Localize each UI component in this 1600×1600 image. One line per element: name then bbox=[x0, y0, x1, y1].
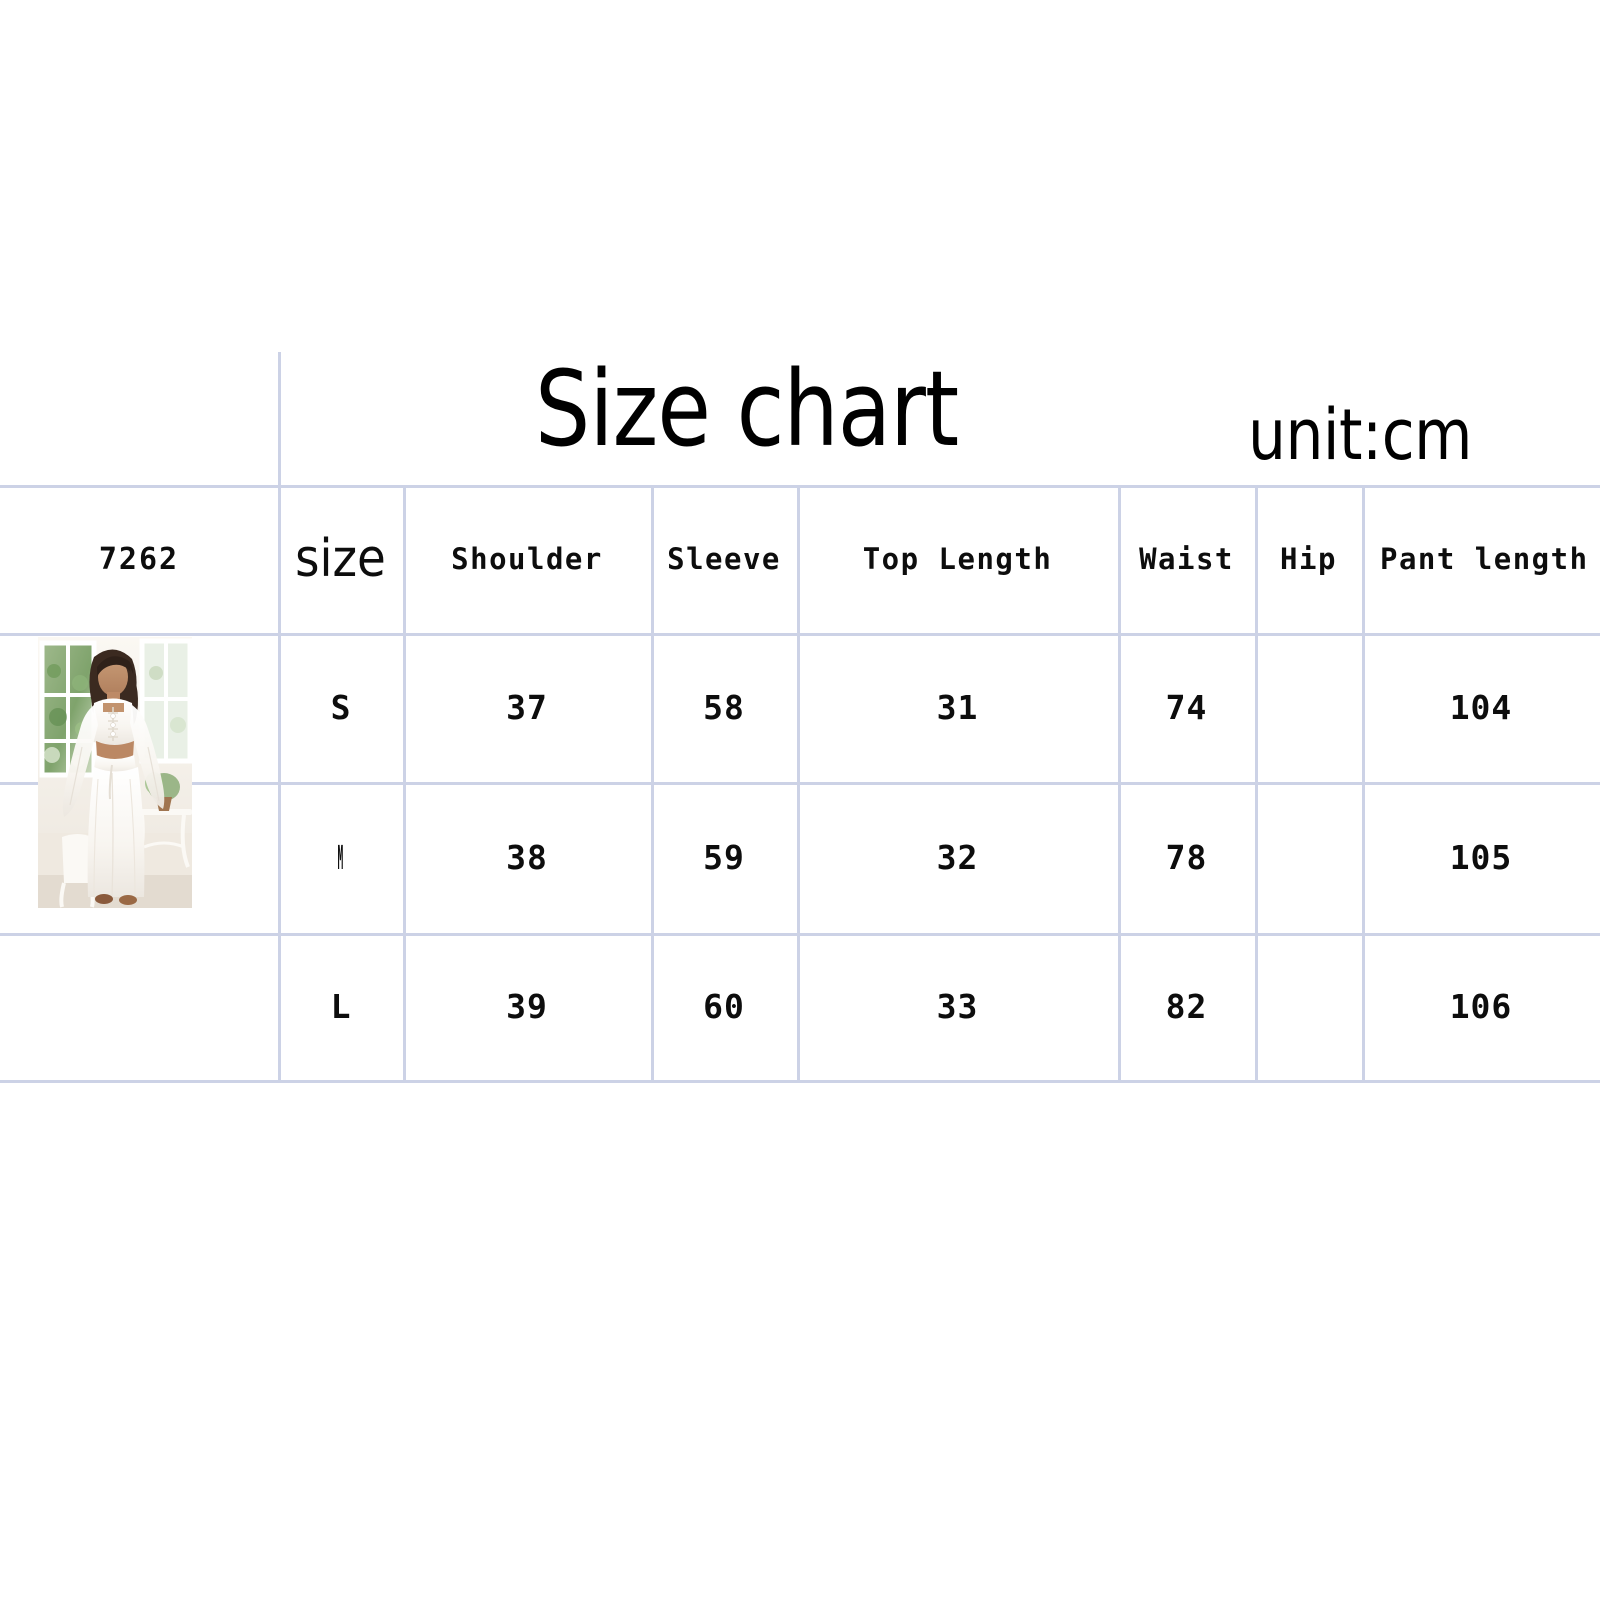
header-hip: Hip bbox=[1280, 542, 1337, 576]
row-m-pant-length: 105 bbox=[1449, 838, 1513, 877]
row-m-top-length: 32 bbox=[936, 838, 979, 877]
row-l-size: L bbox=[330, 987, 351, 1026]
product-image bbox=[38, 637, 192, 908]
row-l-sleeve: 60 bbox=[703, 987, 745, 1026]
grid-hline-table-bottom bbox=[0, 1080, 1600, 1083]
row-m-size: M bbox=[337, 838, 344, 877]
header-top-length: Top Length bbox=[862, 542, 1053, 576]
header-size: size bbox=[295, 529, 386, 589]
unit-label: unit:cm bbox=[1248, 394, 1472, 476]
row-l-waist: 82 bbox=[1165, 987, 1208, 1026]
row-s-size: S bbox=[330, 688, 351, 727]
row-s-top-length: 31 bbox=[936, 688, 979, 727]
row-s-pant-length: 104 bbox=[1449, 688, 1513, 727]
page-title: Size chart bbox=[535, 348, 959, 470]
row-m-hip bbox=[1255, 782, 1362, 933]
row-s-shoulder: 37 bbox=[506, 688, 548, 727]
row-s-hip bbox=[1255, 633, 1362, 782]
header-sku: 7262 bbox=[98, 541, 180, 577]
size-chart-canvas: Size chart unit:cm 7262 size Shoulder Sl… bbox=[0, 0, 1600, 1600]
row-l-top-length: 33 bbox=[936, 987, 979, 1026]
row-m-sleeve: 59 bbox=[703, 838, 745, 877]
header-shoulder: Shoulder bbox=[451, 542, 603, 576]
row-l-hip bbox=[1255, 933, 1362, 1080]
row-s-sleeve: 58 bbox=[703, 688, 745, 727]
header-waist: Waist bbox=[1139, 542, 1234, 576]
row-l-shoulder: 39 bbox=[506, 987, 548, 1026]
header-pant-length: Pant length bbox=[1380, 542, 1589, 576]
row-m-waist: 78 bbox=[1165, 838, 1208, 877]
row-m-shoulder: 38 bbox=[506, 838, 548, 877]
header-sleeve: Sleeve bbox=[667, 542, 781, 576]
row-s-waist: 74 bbox=[1165, 688, 1208, 727]
row-l-pant-length: 106 bbox=[1449, 987, 1513, 1026]
